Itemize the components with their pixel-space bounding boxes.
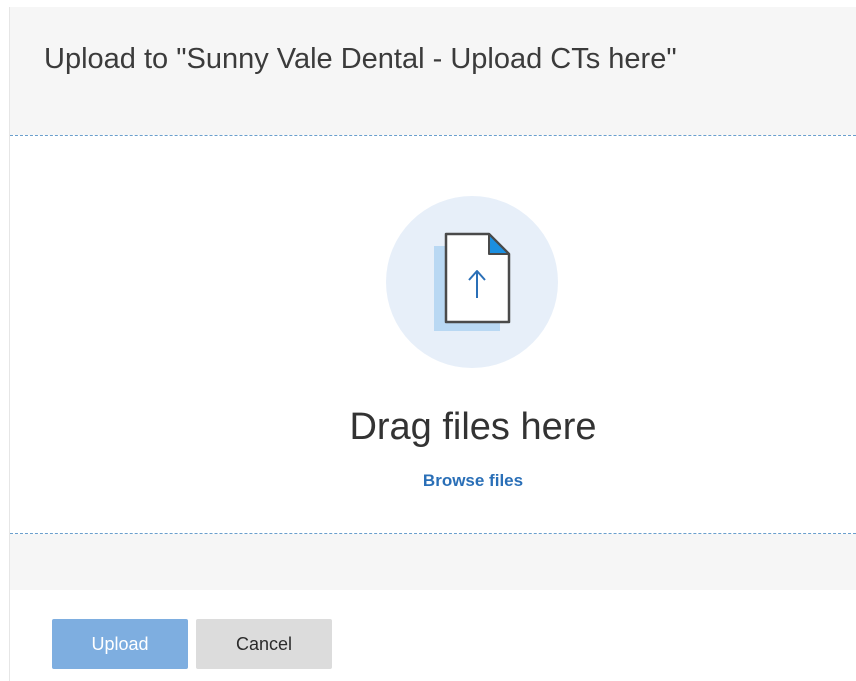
file-upload-icon	[386, 196, 558, 368]
upload-button[interactable]: Upload	[52, 619, 188, 669]
file-dropzone[interactable]: Drag files here Browse files	[10, 136, 856, 533]
cancel-button[interactable]: Cancel	[196, 619, 332, 669]
dialog-footer-band	[10, 534, 856, 590]
browse-files-link[interactable]: Browse files	[10, 470, 856, 492]
upload-dialog: Upload to "Sunny Vale Dental - Upload CT…	[0, 0, 856, 681]
dialog-title: Upload to "Sunny Vale Dental - Upload CT…	[44, 43, 677, 75]
drag-files-label: Drag files here	[349, 406, 597, 448]
